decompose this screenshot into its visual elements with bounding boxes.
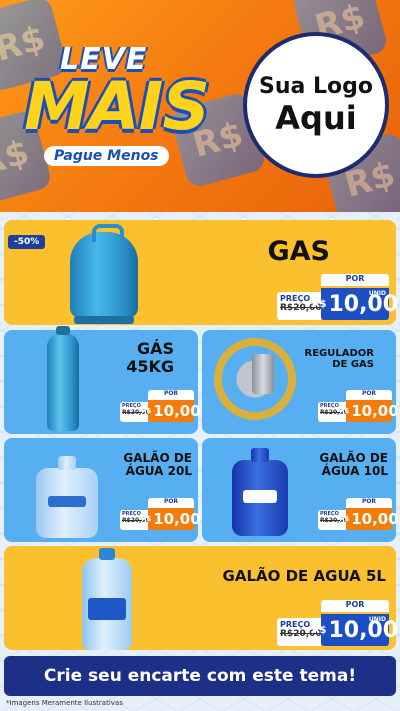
product-name-line2: 45KG — [126, 356, 174, 376]
product-name: GALÃO DE ÁGUA 10L — [319, 451, 388, 479]
por-label: POR — [321, 274, 389, 286]
product-name-line2: DE GAS — [332, 359, 374, 370]
product-name: GALÃO DE AGUA 5L — [222, 567, 386, 585]
por-label: POR — [148, 498, 194, 508]
por-label: POR — [346, 498, 392, 508]
product-name-line2: ÁGUA 20L — [125, 464, 192, 479]
price-tag: POR PREÇO R$20,00 R$ 10,00 — [318, 390, 399, 422]
new-price-value: 10,00 — [351, 402, 399, 420]
disclaimer-footnote: *Imagens Meramente Ilustrativas — [6, 699, 123, 707]
new-price: R$ 10,00 — [141, 508, 201, 530]
price-tag: POR PREÇO R$20,00 R$ 10,00 — [120, 390, 201, 422]
water-jug-10l-image — [232, 460, 288, 536]
store-logo-placeholder: Sua Logo Aqui — [243, 32, 389, 178]
water-bottle-5l-image — [82, 548, 132, 650]
new-price-value: 10,00 — [328, 291, 399, 317]
product-name: GAS — [267, 236, 330, 267]
currency-symbol: R$ — [311, 624, 327, 636]
currency-symbol: R$ — [339, 407, 350, 415]
product-name: GALÃO DE ÁGUA 20L — [123, 451, 192, 479]
new-price: R$ 10,00 — [339, 400, 399, 422]
logo-mais-text: MAIS — [24, 68, 210, 145]
leve-mais-logo: LEVE MAIS Pague Menos — [22, 42, 222, 182]
product-name-line2: ÁGUA 10L — [321, 464, 388, 479]
new-price-value: 10,00 — [153, 402, 201, 420]
price-tag: POR PREÇO R$20,00 UNID R$ 10,00 — [277, 600, 398, 646]
header-banner: R$ R$ R$ R$ R$ LEVE MAIS Pague Menos Sua… — [0, 0, 400, 212]
gas-45kg-image — [47, 326, 79, 431]
gas-regulator-image — [214, 338, 296, 420]
logo-pague-menos-text: Pague Menos — [44, 146, 169, 166]
discount-badge: -50% — [8, 235, 46, 249]
price-tag: POR PREÇO R$20,00 R$ 10,00 — [318, 498, 399, 530]
new-price: R$ 10,00 — [339, 508, 399, 530]
logo-placeholder-line2: Aqui — [275, 98, 357, 137]
new-price: UNID R$ 10,00 — [312, 614, 398, 646]
currency-symbol: R$ — [311, 298, 327, 310]
product-name-line1: GÁS — [136, 339, 174, 358]
new-price-value: 10,00 — [153, 510, 201, 528]
new-price-value: 10,00 — [351, 510, 399, 528]
unid-label: UNID — [368, 290, 386, 297]
price-tag: POR PREÇO R$20,00 UNID R$ 10,00 — [277, 274, 398, 320]
cta-banner[interactable]: Crie seu encarte com este tema! — [4, 656, 396, 696]
unid-label: UNID — [368, 616, 386, 623]
gas-cylinder-image — [70, 224, 138, 324]
product-name: GÁS 45KG — [126, 340, 174, 375]
currency-symbol: R$ — [141, 515, 152, 523]
new-price-value: 10,00 — [328, 617, 399, 643]
por-label: POR — [346, 390, 392, 400]
product-name: REGULADOR DE GAS — [305, 348, 374, 370]
logo-placeholder-line1: Sua Logo — [258, 73, 373, 99]
currency-symbol: R$ — [339, 515, 350, 523]
water-jug-20l-image — [36, 468, 98, 538]
por-label: POR — [321, 600, 389, 612]
por-label: POR — [148, 390, 194, 400]
price-tag: POR PREÇO R$20,00 R$ 10,00 — [120, 498, 201, 530]
new-price: UNID R$ 10,00 — [312, 288, 398, 320]
product-name-line1: REGULADOR — [304, 348, 374, 359]
currency-symbol: R$ — [141, 407, 152, 415]
new-price: R$ 10,00 — [141, 400, 201, 422]
